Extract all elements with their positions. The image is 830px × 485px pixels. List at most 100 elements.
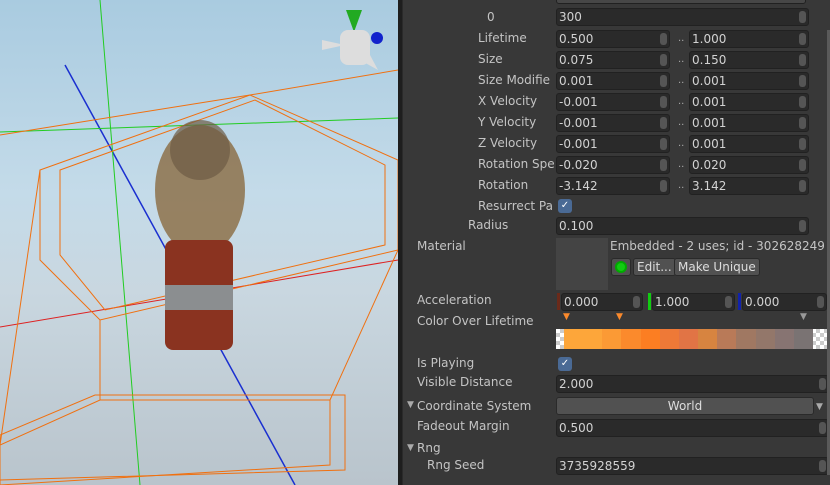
range-separator: .. <box>678 96 685 107</box>
range-max-value: 1.000 <box>692 32 727 46</box>
range-max-value: 0.020 <box>692 158 727 172</box>
row-label: Z Velocity <box>478 136 538 150</box>
row-label: X Velocity <box>478 94 538 108</box>
range-min-field[interactable]: -3.142 <box>556 177 670 195</box>
range-min-field[interactable]: 0.500 <box>556 30 670 48</box>
rng-seed-value: 3735928559 <box>559 459 636 473</box>
range-max-field[interactable]: 0.020 <box>689 156 809 174</box>
fadeout-value: 0.500 <box>559 421 594 435</box>
range-max-field[interactable]: 0.001 <box>689 72 809 90</box>
gradient-key-marker[interactable]: ▼ <box>616 312 623 322</box>
spinner-icon[interactable] <box>633 296 640 308</box>
material-info: Embedded - 2 uses; id - 302628249 <box>610 239 825 253</box>
spinner-icon[interactable] <box>799 33 806 45</box>
visible-distance-label: Visible Distance <box>417 375 513 389</box>
make-unique-button[interactable]: Make Unique <box>674 258 760 276</box>
gradient-segment <box>621 329 641 349</box>
max-particles-bar[interactable] <box>556 0 806 4</box>
accel-y: 1.000 <box>655 295 690 309</box>
rng-label: Rng <box>417 441 441 455</box>
spinner-icon[interactable] <box>799 117 806 129</box>
gradient-segment <box>678 329 699 349</box>
gradient-alpha-marker[interactable]: ▼ <box>800 312 807 322</box>
range-min-field[interactable]: 0.001 <box>556 72 670 90</box>
spinner-icon[interactable] <box>799 96 806 108</box>
range-max-value: 0.001 <box>692 74 727 88</box>
spinner-icon[interactable] <box>819 460 826 472</box>
spinner-icon[interactable] <box>660 180 667 192</box>
gradient-segment <box>774 329 794 349</box>
spinner-icon[interactable] <box>660 138 667 150</box>
spinner-icon[interactable] <box>660 54 667 66</box>
range-min-value: -0.001 <box>559 116 598 130</box>
spinner-icon[interactable] <box>725 296 732 308</box>
range-min-value: -0.001 <box>559 95 598 109</box>
material-label: Material <box>417 239 466 253</box>
range-max-value: 0.001 <box>692 95 727 109</box>
spinner-icon[interactable] <box>819 378 826 390</box>
rng-seed-field[interactable]: 3735928559 <box>556 457 829 475</box>
range-max-value: 3.142 <box>692 179 727 193</box>
accel-x: 0.000 <box>564 295 599 309</box>
visible-distance-field[interactable]: 2.000 <box>556 375 829 393</box>
material-picker-button[interactable] <box>611 258 631 276</box>
fadeout-margin-label: Fadeout Margin <box>417 419 510 433</box>
accel-y-field[interactable]: 1.000 <box>652 293 735 311</box>
material-preview[interactable] <box>556 238 608 290</box>
gradient-segment <box>755 329 775 349</box>
gradient-segment <box>659 329 679 349</box>
top-label: 0 <box>487 10 495 24</box>
count-field[interactable]: 300 <box>556 8 809 26</box>
range-max-field[interactable]: 0.001 <box>689 135 809 153</box>
spinner-icon[interactable] <box>799 54 806 66</box>
fadeout-margin-field[interactable]: 0.500 <box>556 419 829 437</box>
range-max-value: 0.001 <box>692 116 727 130</box>
range-max-field[interactable]: 0.150 <box>689 51 809 69</box>
spinner-icon[interactable] <box>799 11 806 23</box>
spinner-icon[interactable] <box>799 220 806 232</box>
range-max-field[interactable]: 0.001 <box>689 114 809 132</box>
range-min-field[interactable]: -0.001 <box>556 135 670 153</box>
color-gradient-bar[interactable] <box>556 329 827 349</box>
spinner-icon[interactable] <box>660 75 667 87</box>
edit-button[interactable]: Edit... <box>633 258 676 276</box>
spinner-icon[interactable] <box>660 159 667 171</box>
gradient-key-marker[interactable]: ▼ <box>563 312 570 322</box>
radius-field[interactable]: 0.100 <box>556 217 809 235</box>
range-min-field[interactable]: 0.075 <box>556 51 670 69</box>
spinner-icon[interactable] <box>799 159 806 171</box>
range-max-field[interactable]: 3.142 <box>689 177 809 195</box>
accel-x-field[interactable]: 0.000 <box>561 293 643 311</box>
spinner-icon[interactable] <box>817 296 824 308</box>
resurrect-label: Resurrect Pa <box>478 199 553 213</box>
range-min-field[interactable]: -0.020 <box>556 156 670 174</box>
spinner-icon[interactable] <box>660 96 667 108</box>
resurrect-checkbox[interactable]: ✓ <box>558 199 572 213</box>
orientation-gizmo[interactable] <box>322 10 383 70</box>
row-label: Rotation Spe <box>478 157 554 171</box>
radius-label: Radius <box>468 218 509 232</box>
scene-view[interactable] <box>0 0 398 485</box>
count-value: 300 <box>559 10 582 24</box>
spinner-icon[interactable] <box>660 117 667 129</box>
range-min-field[interactable]: -0.001 <box>556 93 670 111</box>
spinner-icon[interactable] <box>799 180 806 192</box>
color-over-lifetime-label: Color Over Lifetime <box>417 314 534 328</box>
foldout-arrow-icon[interactable]: ▼ <box>407 443 414 453</box>
accel-z-field[interactable]: 0.000 <box>742 293 827 311</box>
gradient-segment <box>640 329 660 349</box>
coordinate-system-dropdown[interactable]: World <box>556 397 814 415</box>
radius-value: 0.100 <box>559 219 594 233</box>
range-max-field[interactable]: 0.001 <box>689 93 809 111</box>
spinner-icon[interactable] <box>660 33 667 45</box>
coordinate-system-label: Coordinate System <box>417 399 532 413</box>
spinner-icon[interactable] <box>799 75 806 87</box>
spinner-icon[interactable] <box>799 138 806 150</box>
range-max-field[interactable]: 1.000 <box>689 30 809 48</box>
spinner-icon[interactable] <box>819 422 826 434</box>
range-separator: .. <box>678 180 685 191</box>
is-playing-checkbox[interactable]: ✓ <box>558 357 572 371</box>
chevron-down-icon[interactable]: ▼ <box>816 402 823 412</box>
range-min-field[interactable]: -0.001 <box>556 114 670 132</box>
foldout-arrow-icon[interactable]: ▼ <box>407 400 414 410</box>
